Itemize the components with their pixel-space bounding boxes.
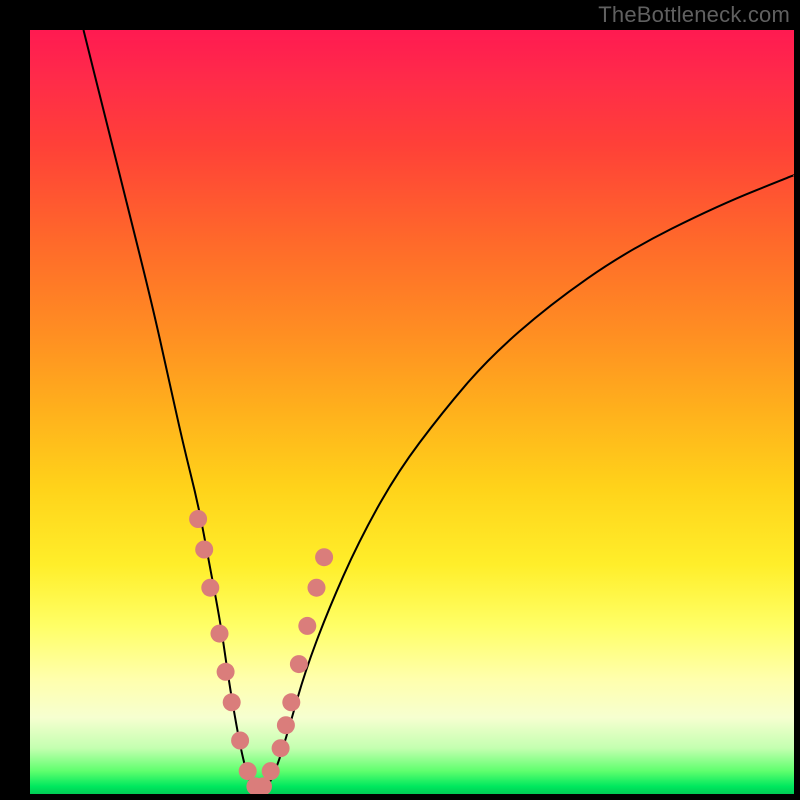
marker-point [272,739,290,757]
marker-point [290,655,308,673]
marker-point [201,579,219,597]
marker-point [282,693,300,711]
marker-point [217,663,235,681]
marker-point [239,762,257,780]
marker-point [231,732,249,750]
marker-point [315,548,333,566]
marker-point [308,579,326,597]
marker-point [277,716,295,734]
bottleneck-curve [84,30,795,792]
marker-point [195,541,213,559]
marker-point [211,625,229,643]
marker-point [189,510,207,528]
marker-point [262,762,280,780]
watermark-text: TheBottleneck.com [598,2,790,28]
curve-layer [30,30,794,794]
chart-stage: TheBottleneck.com [0,0,800,800]
marker-point [223,693,241,711]
plot-area [30,30,794,794]
marker-point [298,617,316,635]
